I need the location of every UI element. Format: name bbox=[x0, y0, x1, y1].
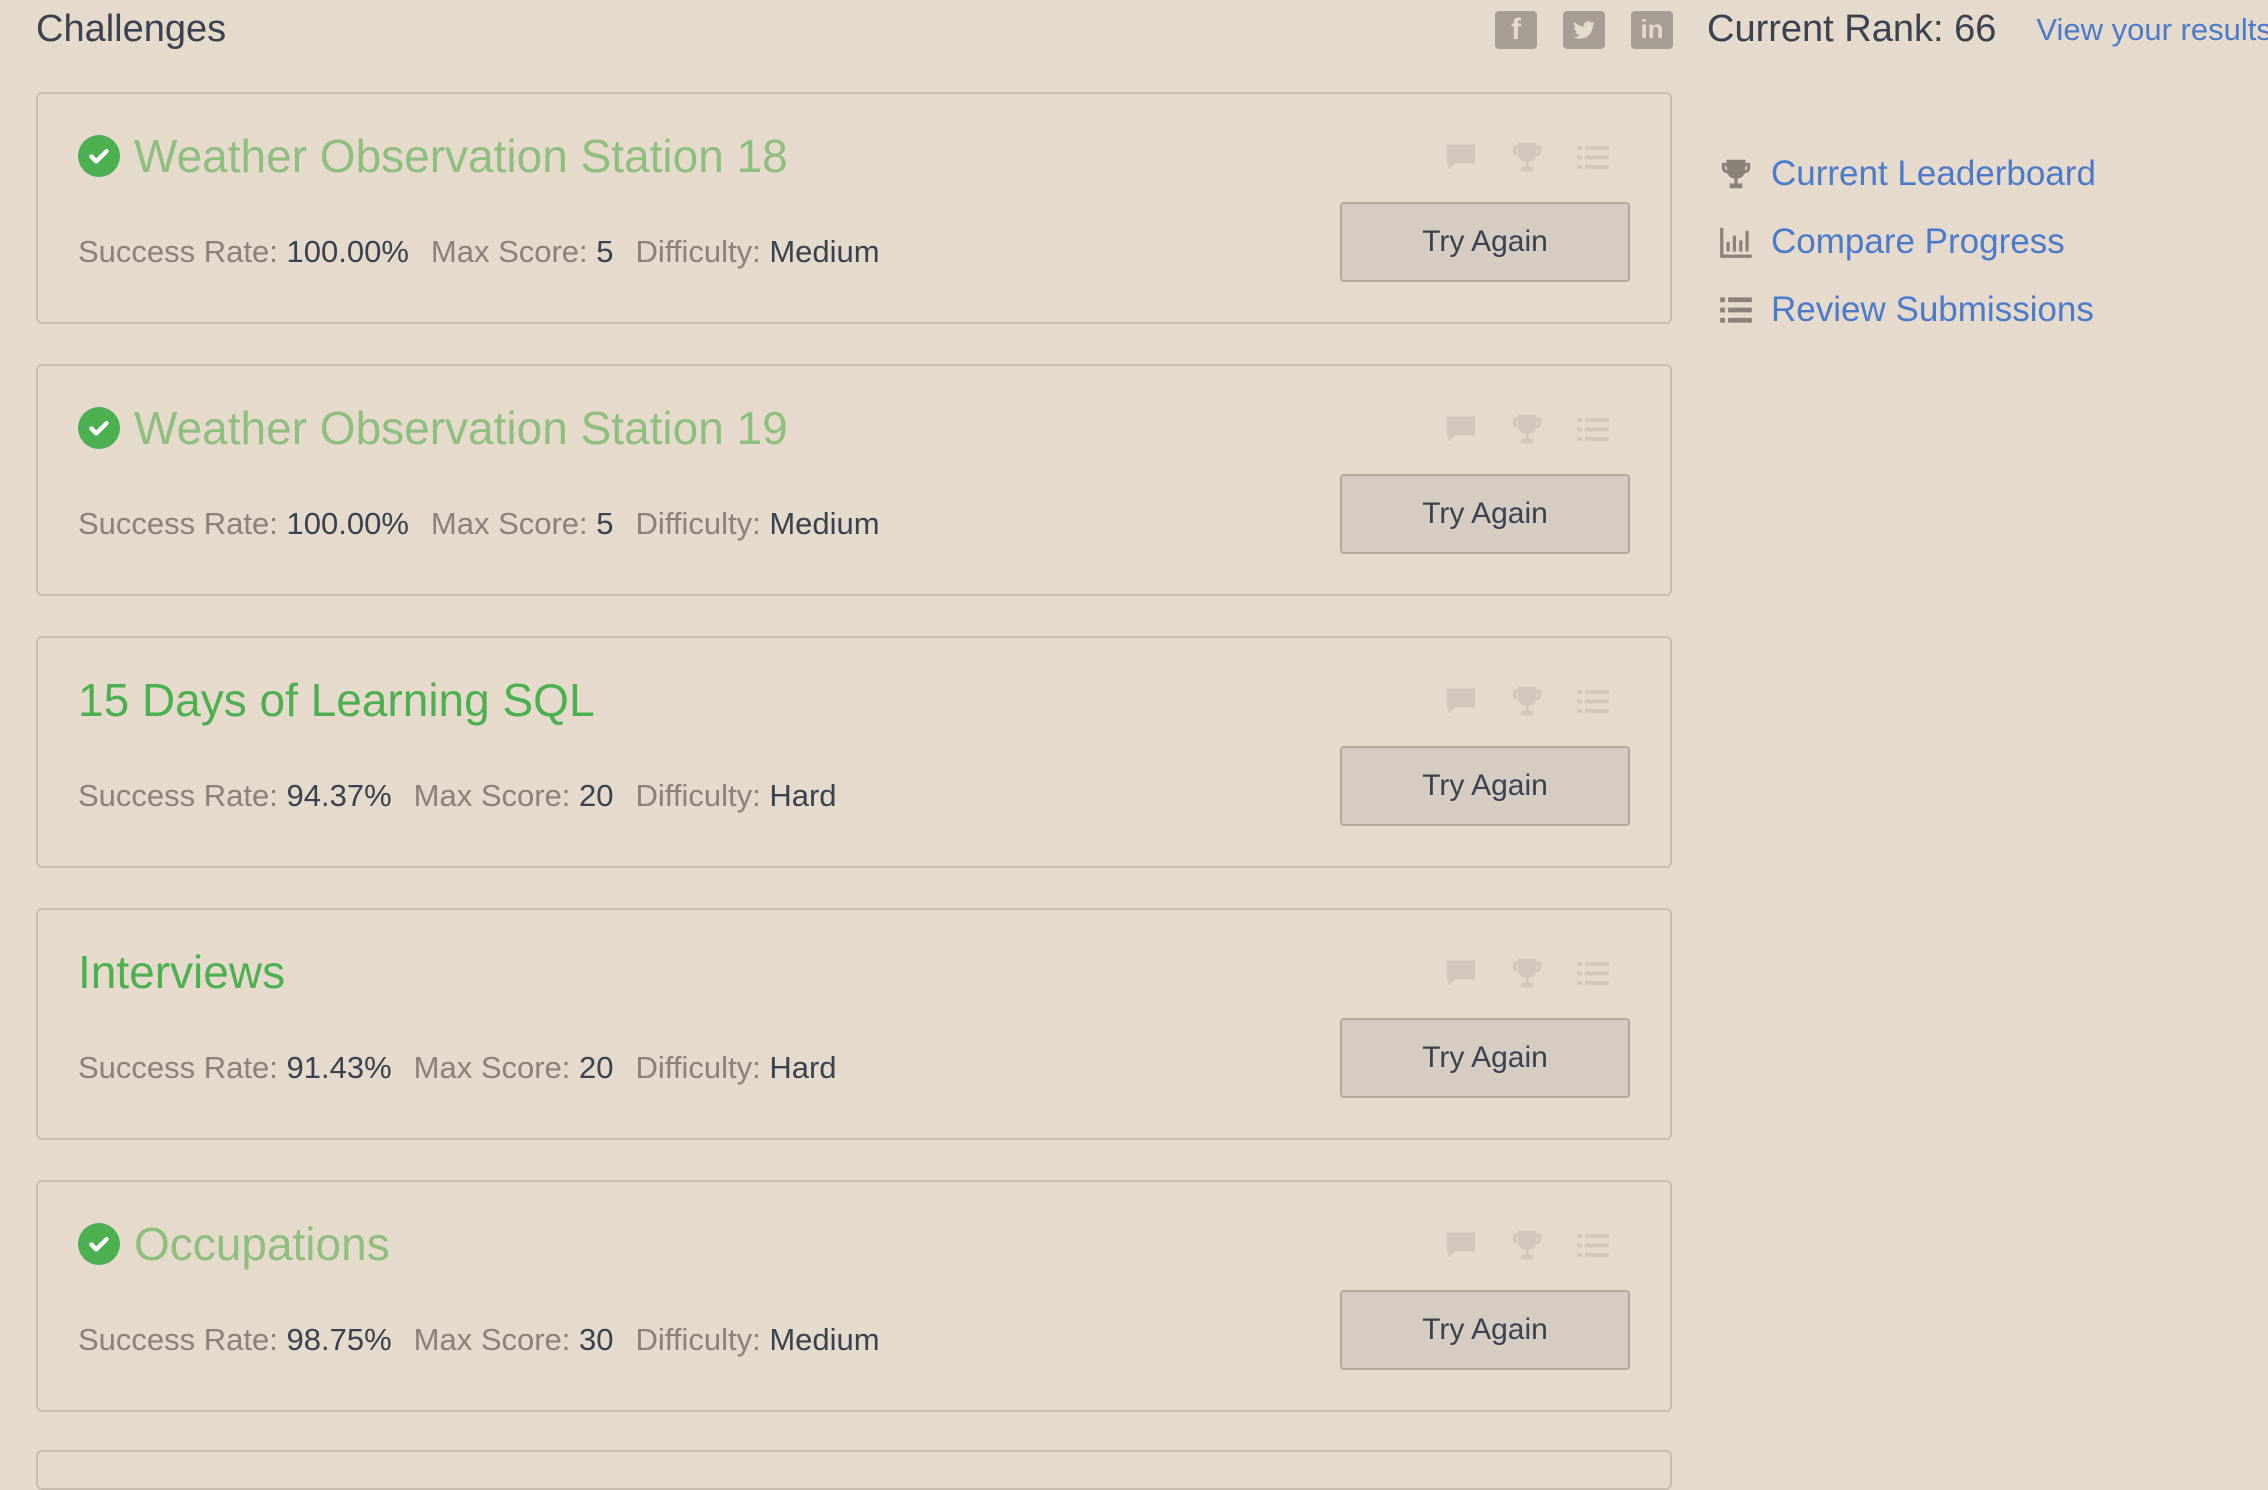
max-score-label: Max Score: bbox=[413, 778, 571, 813]
max-score-label: Max Score: bbox=[430, 234, 588, 269]
difficulty-value: Hard bbox=[769, 1050, 837, 1085]
top-bar: f in Current Rank: 66 View your results bbox=[1495, 8, 2268, 51]
try-again-button[interactable]: Try Again bbox=[1340, 1290, 1630, 1370]
success-rate-value: 100.00% bbox=[286, 234, 409, 269]
difficulty-label: Difficulty: bbox=[635, 1050, 761, 1085]
challenge-title-row[interactable]: 15 Days of Learning SQL bbox=[78, 672, 595, 728]
challenge-card: Occupations Success Rate: 98.75% Max Score… bbox=[36, 1180, 1672, 1412]
trophy-icon bbox=[1715, 153, 1757, 195]
max-score-label: Max Score: bbox=[413, 1322, 571, 1357]
challenge-title-row[interactable]: Weather Observation Station 19 bbox=[78, 400, 788, 456]
try-again-button[interactable]: Try Again bbox=[1340, 746, 1630, 826]
challenge-actions bbox=[1414, 1226, 1612, 1264]
try-again-button[interactable]: Try Again bbox=[1340, 202, 1630, 282]
bar-chart-icon bbox=[1715, 221, 1757, 263]
discussions-icon[interactable] bbox=[1442, 410, 1480, 448]
facebook-icon[interactable]: f bbox=[1495, 10, 1537, 49]
challenge-card: Interviews Success Rate: 91.43% Max Score:… bbox=[36, 908, 1672, 1140]
solved-check-icon bbox=[78, 407, 120, 449]
challenge-stats: Success Rate: 91.43% Max Score: 20 Difficu… bbox=[78, 1050, 859, 1086]
discussions-icon[interactable] bbox=[1442, 682, 1480, 720]
leaderboard-icon[interactable] bbox=[1508, 1226, 1546, 1264]
success-rate-label: Success Rate: bbox=[78, 1322, 278, 1357]
challenge-stats: Success Rate: 100.00% Max Score: 5 Difficu… bbox=[78, 506, 902, 542]
challenge-title[interactable]: Interviews bbox=[78, 944, 285, 1000]
max-score-value: 20 bbox=[579, 778, 614, 813]
difficulty-label: Difficulty: bbox=[635, 778, 761, 813]
challenge-stats: Success Rate: 94.37% Max Score: 20 Difficu… bbox=[78, 778, 859, 814]
linkedin-icon[interactable]: in bbox=[1631, 10, 1673, 49]
success-rate-label: Success Rate: bbox=[78, 778, 278, 813]
success-rate-label: Success Rate: bbox=[78, 1050, 278, 1085]
max-score-value: 30 bbox=[579, 1322, 614, 1357]
challenge-title[interactable]: 15 Days of Learning SQL bbox=[78, 672, 595, 728]
challenge-actions bbox=[1414, 954, 1612, 992]
discussions-icon[interactable] bbox=[1442, 954, 1480, 992]
compare-progress-link[interactable]: Compare Progress bbox=[1715, 208, 2096, 276]
current-leaderboard-label: Current Leaderboard bbox=[1771, 154, 2096, 193]
discussions-icon[interactable] bbox=[1442, 1226, 1480, 1264]
submissions-icon[interactable] bbox=[1574, 410, 1612, 448]
view-results-link[interactable]: View your results bbox=[2036, 12, 2268, 48]
success-rate-value: 98.75% bbox=[286, 1322, 392, 1357]
challenge-card: Weather Observation Station 18 Success Ra… bbox=[36, 92, 1672, 324]
page-title: Challenges bbox=[36, 8, 227, 50]
review-submissions-label: Review Submissions bbox=[1771, 290, 2094, 329]
success-rate-label: Success Rate: bbox=[78, 234, 278, 269]
challenge-card-partial bbox=[36, 1450, 1672, 1490]
compare-progress-label: Compare Progress bbox=[1771, 222, 2065, 261]
max-score-label: Max Score: bbox=[430, 506, 588, 541]
discussions-icon[interactable] bbox=[1442, 138, 1480, 176]
challenge-stats: Success Rate: 98.75% Max Score: 30 Difficu… bbox=[78, 1322, 902, 1358]
difficulty-value: Medium bbox=[769, 506, 880, 541]
try-again-button[interactable]: Try Again bbox=[1340, 1018, 1630, 1098]
max-score-value: 5 bbox=[596, 506, 614, 541]
leaderboard-icon[interactable] bbox=[1508, 138, 1546, 176]
current-rank: Current Rank: 66 bbox=[1707, 8, 1997, 50]
difficulty-label: Difficulty: bbox=[635, 506, 761, 541]
difficulty-value: Medium bbox=[769, 234, 880, 269]
difficulty-value: Medium bbox=[769, 1322, 880, 1357]
submissions-icon[interactable] bbox=[1574, 682, 1612, 720]
challenge-title[interactable]: Weather Observation Station 19 bbox=[134, 400, 788, 456]
success-rate-value: 94.37% bbox=[286, 778, 392, 813]
success-rate-value: 91.43% bbox=[286, 1050, 392, 1085]
max-score-value: 20 bbox=[579, 1050, 614, 1085]
success-rate-value: 100.00% bbox=[286, 506, 409, 541]
challenge-actions bbox=[1414, 138, 1612, 176]
current-leaderboard-link[interactable]: Current Leaderboard bbox=[1715, 140, 2096, 208]
solved-check-icon bbox=[78, 1223, 120, 1265]
difficulty-label: Difficulty: bbox=[635, 234, 761, 269]
challenge-actions bbox=[1414, 682, 1612, 720]
leaderboard-icon[interactable] bbox=[1508, 410, 1546, 448]
challenge-title-row[interactable]: Weather Observation Station 18 bbox=[78, 128, 788, 184]
challenge-title[interactable]: Occupations bbox=[134, 1216, 390, 1272]
submissions-icon[interactable] bbox=[1574, 1226, 1612, 1264]
challenge-stats: Success Rate: 100.00% Max Score: 5 Difficu… bbox=[78, 234, 902, 270]
challenge-title[interactable]: Weather Observation Station 18 bbox=[134, 128, 788, 184]
challenge-title-row[interactable]: Interviews bbox=[78, 944, 285, 1000]
review-submissions-link[interactable]: Review Submissions bbox=[1715, 276, 2096, 344]
submissions-icon[interactable] bbox=[1574, 138, 1612, 176]
solved-check-icon bbox=[78, 135, 120, 177]
difficulty-value: Hard bbox=[769, 778, 837, 813]
leaderboard-icon[interactable] bbox=[1508, 954, 1546, 992]
twitter-icon[interactable] bbox=[1563, 10, 1605, 49]
submissions-icon[interactable] bbox=[1574, 954, 1612, 992]
sidebar: Current Leaderboard Compare Progress Rev… bbox=[1715, 140, 2096, 344]
challenge-actions bbox=[1414, 410, 1612, 448]
challenge-list: Weather Observation Station 18 Success Ra… bbox=[36, 92, 1672, 1452]
list-icon bbox=[1715, 289, 1757, 331]
challenge-card: Weather Observation Station 19 Success Ra… bbox=[36, 364, 1672, 596]
try-again-button[interactable]: Try Again bbox=[1340, 474, 1630, 554]
leaderboard-icon[interactable] bbox=[1508, 682, 1546, 720]
difficulty-label: Difficulty: bbox=[635, 1322, 761, 1357]
max-score-value: 5 bbox=[596, 234, 614, 269]
success-rate-label: Success Rate: bbox=[78, 506, 278, 541]
challenge-title-row[interactable]: Occupations bbox=[78, 1216, 390, 1272]
max-score-label: Max Score: bbox=[413, 1050, 571, 1085]
challenge-card: 15 Days of Learning SQL Success Rate: 94.… bbox=[36, 636, 1672, 868]
